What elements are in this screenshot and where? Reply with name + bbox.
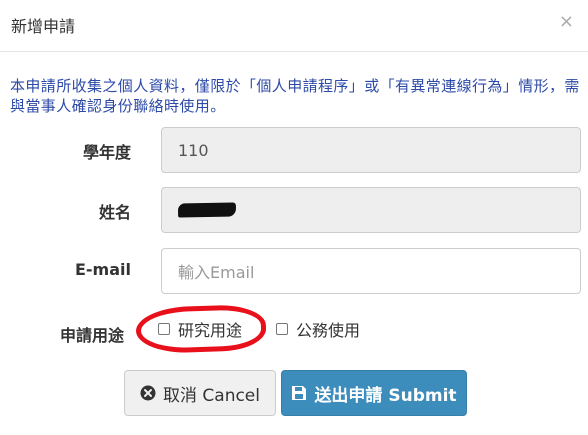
official-checkbox[interactable]: [276, 323, 288, 335]
purpose-label: 申請用途: [60, 326, 125, 345]
close-icon[interactable]: ×: [559, 11, 574, 32]
submit-button[interactable]: 送出申請 Submit: [281, 370, 467, 416]
cancel-button[interactable]: 取消 Cancel: [124, 370, 276, 416]
submit-label: 送出申請 Submit: [314, 385, 457, 406]
email-placeholder: 輸入Email: [178, 263, 255, 282]
cancel-label: 取消 Cancel: [163, 385, 260, 406]
annotation-circle: [135, 303, 267, 355]
school-year-field: 110: [161, 127, 581, 173]
email-label: E-mail: [74, 260, 131, 279]
redaction-mark: [177, 202, 237, 218]
school-year-value: 110: [178, 140, 209, 160]
floppy-disk-icon: [291, 385, 307, 401]
modal-header: 新增申請 ×: [0, 0, 588, 52]
times-circle-icon: [140, 385, 156, 401]
name-label: 姓名: [98, 203, 131, 222]
purpose-option-official[interactable]: 公務使用: [276, 317, 360, 341]
email-field[interactable]: 輸入Email: [161, 248, 581, 294]
official-option-label: 公務使用: [296, 321, 361, 340]
school-year-label: 學年度: [82, 143, 131, 162]
modal-title: 新增申請: [11, 17, 76, 36]
privacy-notice: 本申請所收集之個人資料，僅限於「個人申請程序」或「有異常連線行為」情形，需與當事…: [10, 77, 580, 115]
